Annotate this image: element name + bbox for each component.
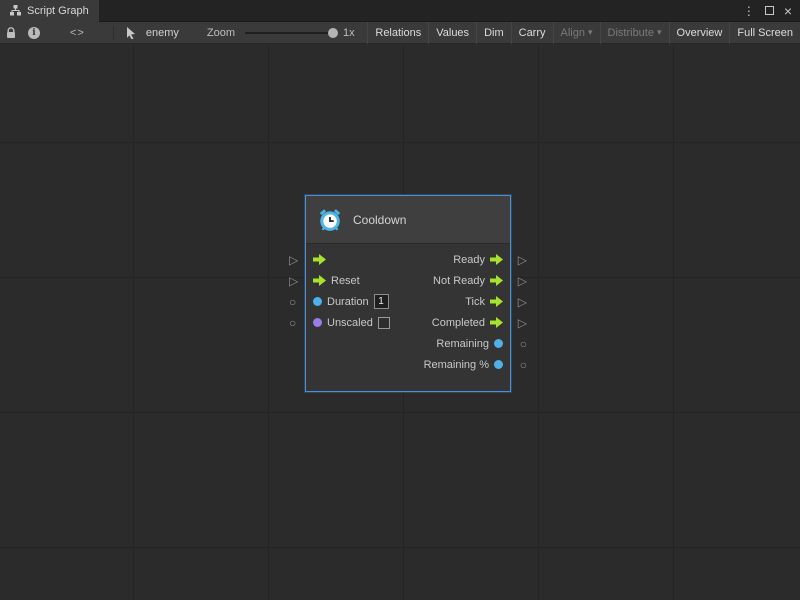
kebab-menu-icon[interactable]: ⋮: [743, 4, 755, 18]
graph-canvas[interactable]: Cooldown ▷ Ready ▷ ▷: [0, 44, 800, 600]
flow-output-marker-icon[interactable]: ▷: [518, 275, 527, 287]
lock-icon[interactable]: [6, 27, 16, 39]
value-port-dot-icon: [494, 360, 503, 369]
duration-value-field[interactable]: [374, 294, 389, 309]
carry-button[interactable]: Carry: [511, 22, 553, 44]
value-output-marker-icon[interactable]: ○: [520, 338, 527, 350]
flow-arrow-icon: [490, 254, 503, 265]
boolean-port-dot-icon: [313, 318, 322, 327]
toolbar-divider: [113, 26, 114, 40]
flow-output-marker-icon[interactable]: ▷: [518, 296, 527, 308]
value-port-dot-icon: [313, 297, 322, 306]
output-port-completed[interactable]: Completed: [432, 317, 503, 329]
toolbar: i <> enemy Zoom 1x Relations Values Dim …: [0, 22, 800, 44]
port-row: Remaining ○: [306, 333, 510, 354]
code-toggle-icon[interactable]: <>: [70, 27, 85, 39]
zoom-slider-knob[interactable]: [328, 28, 338, 38]
maximize-icon[interactable]: [765, 6, 774, 15]
values-button[interactable]: Values: [428, 22, 476, 44]
value-input-marker-icon[interactable]: ○: [289, 317, 296, 329]
value-port-dot-icon: [494, 339, 503, 348]
script-graph-icon: [10, 5, 21, 16]
tab-title: Script Graph: [27, 5, 89, 17]
zoom-slider[interactable]: [245, 32, 335, 34]
node-cooldown[interactable]: Cooldown ▷ Ready ▷ ▷: [305, 195, 511, 392]
flow-input-marker-icon[interactable]: ▷: [289, 254, 298, 266]
value-output-marker-icon[interactable]: ○: [520, 359, 527, 371]
chevron-down-icon: ▾: [657, 27, 662, 38]
flow-arrow-icon: [490, 275, 503, 286]
zoom-value: 1x: [343, 27, 355, 39]
distribute-button[interactable]: Distribute ▾: [600, 22, 669, 44]
zoom-label: Zoom: [207, 27, 235, 39]
flow-arrow-icon: [490, 317, 503, 328]
flow-output-marker-icon[interactable]: ▷: [518, 254, 527, 266]
output-port-not-ready[interactable]: Not Ready: [433, 275, 503, 287]
input-port-invoke[interactable]: [313, 254, 331, 265]
output-port-remaining[interactable]: Remaining: [436, 338, 503, 350]
align-button[interactable]: Align ▾: [553, 22, 600, 44]
info-icon[interactable]: i: [28, 27, 40, 39]
flow-arrow-icon: [313, 275, 326, 286]
node-header[interactable]: Cooldown: [306, 196, 510, 244]
port-row: ▷ Reset Not Ready ▷: [306, 270, 510, 291]
value-input-marker-icon[interactable]: ○: [289, 296, 296, 308]
flow-input-marker-icon[interactable]: ▷: [289, 275, 298, 287]
output-port-tick[interactable]: Tick: [465, 296, 503, 308]
flow-arrow-icon: [313, 254, 326, 265]
dim-button[interactable]: Dim: [476, 22, 511, 44]
relations-button[interactable]: Relations: [367, 22, 428, 44]
input-port-unscaled[interactable]: Unscaled: [313, 317, 390, 329]
cursor-icon: [126, 27, 136, 39]
input-port-duration[interactable]: Duration: [313, 294, 389, 309]
node-title: Cooldown: [353, 213, 406, 227]
port-row: Remaining % ○: [306, 354, 510, 375]
unscaled-checkbox[interactable]: [378, 317, 390, 329]
output-port-ready[interactable]: Ready: [453, 254, 503, 266]
close-icon[interactable]: ×: [784, 4, 792, 18]
port-row: ○ Duration Tick ▷: [306, 291, 510, 312]
chevron-down-icon: ▾: [588, 27, 593, 38]
overview-button[interactable]: Overview: [669, 22, 730, 44]
graph-name: enemy: [146, 27, 179, 39]
full-screen-button[interactable]: Full Screen: [729, 22, 800, 44]
port-row: ○ Unscaled Completed ▷: [306, 312, 510, 333]
tab-script-graph[interactable]: Script Graph: [0, 0, 99, 22]
flow-output-marker-icon[interactable]: ▷: [518, 317, 527, 329]
input-port-reset[interactable]: Reset: [313, 275, 360, 287]
titlebar: Script Graph ⋮ ×: [0, 0, 800, 22]
alarm-clock-icon: [317, 207, 343, 233]
flow-arrow-icon: [490, 296, 503, 307]
node-body: ▷ Ready ▷ ▷ Reset Not Rea: [306, 244, 510, 391]
output-port-remaining-percent[interactable]: Remaining %: [424, 359, 503, 371]
port-row: ▷ Ready ▷: [306, 249, 510, 270]
